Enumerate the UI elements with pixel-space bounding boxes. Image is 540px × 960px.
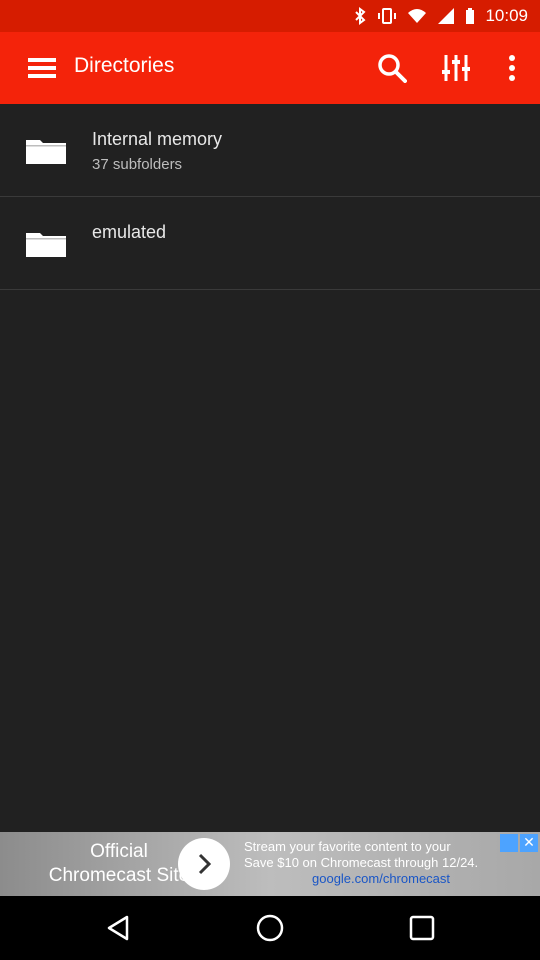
equalizer-button[interactable] [436, 48, 476, 88]
ad-link[interactable]: google.com/chromecast [312, 871, 534, 887]
equalizer-icon [442, 55, 470, 81]
recents-icon [409, 915, 435, 941]
signal-icon [438, 8, 455, 24]
ad-text: Stream your favorite content to your Sav… [244, 839, 534, 887]
directory-item-emulated[interactable]: emulated [0, 197, 540, 290]
search-button[interactable] [372, 48, 412, 88]
folder-icon [26, 233, 66, 257]
app-toolbar: Directories [0, 32, 540, 104]
battery-icon [466, 8, 475, 24]
back-icon [107, 915, 129, 941]
ad-close-button[interactable]: ✕ [520, 834, 538, 852]
home-button[interactable] [250, 908, 290, 948]
search-icon [378, 54, 407, 83]
directory-name: emulated [92, 222, 167, 242]
chevron-right-icon [198, 853, 212, 875]
navigation-bar [0, 896, 540, 960]
ad-banner[interactable]: Official Chromecast Site Stream your fav… [0, 832, 540, 896]
page-title: Directories [74, 54, 175, 77]
menu-icon [28, 58, 56, 78]
ad-line-2: Save $10 on Chromecast through 12/24. [244, 855, 479, 870]
status-bar: 10:09 [0, 0, 540, 32]
bluetooth-icon [355, 7, 366, 25]
home-icon [256, 914, 284, 942]
ad-line-1: Stream your favorite content to your [244, 839, 451, 854]
ad-arrow-button[interactable] [178, 838, 230, 890]
recents-button[interactable] [402, 908, 442, 948]
ad-title: Official Chromecast Site [48, 841, 190, 886]
directory-subtitle: 37 subfolders [92, 156, 183, 173]
directory-list: Internal memory 37 subfolders emulated [0, 104, 540, 290]
status-icons: 10:09 [353, 0, 528, 32]
ad-info-icon[interactable] [500, 834, 518, 852]
vibrate-icon [378, 8, 397, 24]
wifi-icon [408, 9, 427, 23]
status-time: 10:09 [485, 6, 528, 25]
directory-item-internal-memory[interactable]: Internal memory 37 subfolders [0, 104, 540, 197]
back-button[interactable] [98, 908, 138, 948]
more-vert-icon [509, 55, 515, 81]
more-options-button[interactable] [492, 48, 532, 88]
directory-name: Internal memory [92, 129, 223, 149]
folder-icon [26, 140, 66, 164]
menu-button[interactable] [22, 50, 62, 86]
